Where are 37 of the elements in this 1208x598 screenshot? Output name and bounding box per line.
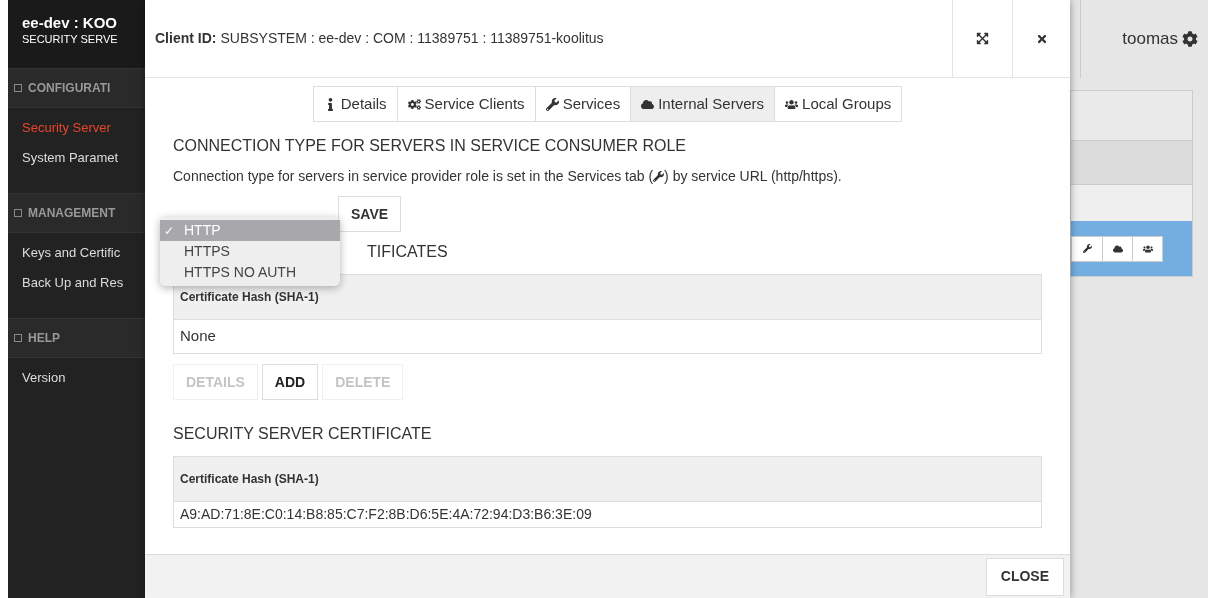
save-button[interactable]: SAVE	[338, 196, 402, 232]
app-title: ee-dev : KOO	[22, 14, 119, 32]
title-value: SUBSYSTEM : ee-dev : COM : 11389751 : 11389751-koolitus	[220, 29, 604, 48]
section-square-icon	[14, 84, 22, 92]
nav-link[interactable]: Keys and Certific	[8, 243, 145, 263]
column-header: Certificate Hash (SHA-1)	[174, 457, 1041, 501]
section-heading: MANAGEMENT	[28, 205, 116, 222]
nav-link[interactable]: System Paramet	[8, 147, 145, 167]
cloud-icon	[641, 97, 655, 111]
section-heading: HELP	[28, 330, 60, 347]
wrench-icon	[653, 171, 665, 182]
table-cell: A9:AD:71:8E:C0:14:B8:85:C7:F2:8B:D6:5E:4A:72:94:D3:B6:3E:09	[174, 501, 1041, 527]
nav-link[interactable]: Version	[8, 368, 145, 388]
section-square-icon	[14, 209, 22, 217]
title-label: Client ID:	[155, 29, 217, 48]
section-square-icon	[14, 334, 22, 342]
description-text: Connection type for servers in service provider role is set in the Services tab (	[173, 167, 654, 186]
section-heading: CONNECTION TYPE FOR SERVERS IN SERVICE CONSUMER ROLE	[173, 136, 687, 156]
settings-icon	[1182, 31, 1198, 47]
section-heading: TIFICATES	[367, 242, 448, 262]
section-heading: CONFIGURATI	[28, 80, 111, 97]
username: toomas	[1122, 28, 1178, 51]
table-cell: None	[174, 319, 1041, 353]
wrench-icon	[545, 97, 559, 111]
gears-icon	[407, 97, 421, 111]
section-heading: SECURITY SERVER CERTIFICATE	[173, 424, 433, 444]
action-button[interactable]: ADD	[261, 364, 319, 400]
app-subtitle: SECURITY SERVE	[22, 32, 119, 46]
dropdown-option[interactable]: HTTPS	[160, 241, 340, 262]
nav-link[interactable]: Back Up and Res	[8, 272, 145, 292]
close-dialog-button[interactable]: CLOSE	[985, 557, 1064, 596]
nav-link[interactable]: Security Server	[8, 118, 145, 138]
people-icon	[785, 97, 799, 111]
expand-icon	[976, 32, 989, 45]
description-text: ) by service URL (http/https).	[664, 167, 842, 186]
tab[interactable]: Internal Servers	[630, 87, 775, 121]
close-icon	[1035, 32, 1048, 45]
